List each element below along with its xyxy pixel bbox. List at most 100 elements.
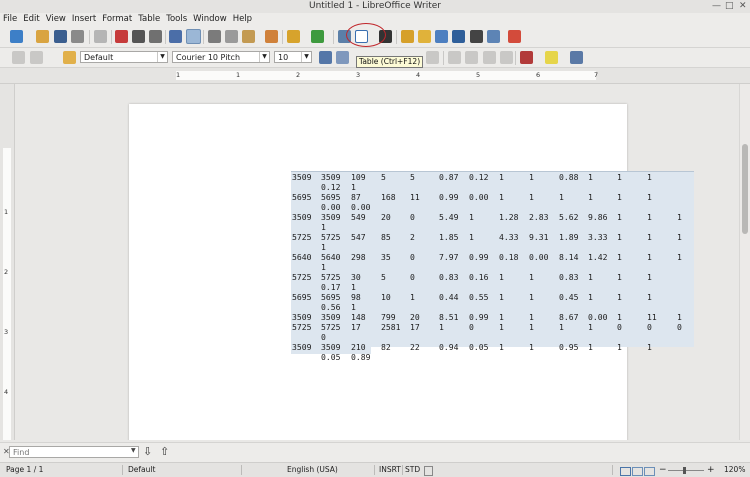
table-cell[interactable]: 87 bbox=[351, 192, 361, 202]
table-cell[interactable]: 1 bbox=[677, 252, 682, 262]
print-preview-icon[interactable] bbox=[149, 30, 162, 43]
table-cell[interactable]: 0.12 bbox=[469, 172, 489, 182]
menu-help[interactable]: Help bbox=[230, 13, 255, 26]
table-cell[interactable]: 0.87 bbox=[439, 172, 459, 182]
table-cell[interactable]: 5640 bbox=[321, 252, 341, 262]
table-cell[interactable]: 0.83 bbox=[559, 272, 579, 282]
table-cell[interactable]: 0 bbox=[677, 322, 682, 332]
table-cell[interactable]: 109 bbox=[351, 172, 366, 182]
zoom-icon[interactable] bbox=[487, 30, 500, 43]
table-cell[interactable]: 3509 bbox=[321, 312, 341, 322]
table-cell[interactable]: 82 bbox=[381, 342, 391, 352]
table-cell[interactable]: 0.00 bbox=[529, 252, 549, 262]
table-cell[interactable]: 0.56 bbox=[321, 302, 341, 312]
table-cell[interactable]: 7.97 bbox=[439, 252, 459, 262]
table-cell[interactable]: 0.05 bbox=[469, 342, 489, 352]
table-cell[interactable]: 5695 bbox=[292, 292, 312, 302]
data-sources-icon[interactable] bbox=[452, 30, 465, 43]
table-cell[interactable]: 1 bbox=[559, 192, 564, 202]
table-cell[interactable]: 1 bbox=[647, 192, 652, 202]
table-cell[interactable]: 1 bbox=[588, 192, 593, 202]
page-style[interactable]: Default bbox=[128, 463, 155, 477]
table-cell[interactable]: 1.85 bbox=[439, 232, 459, 242]
menu-format[interactable]: Format bbox=[99, 13, 135, 26]
menu-insert[interactable]: Insert bbox=[69, 13, 99, 26]
table-cell[interactable]: 1 bbox=[321, 222, 326, 232]
table-cell[interactable]: 1 bbox=[529, 312, 534, 322]
table-cell[interactable]: 1 bbox=[647, 252, 652, 262]
zoom-slider[interactable] bbox=[668, 470, 704, 471]
table-cell[interactable]: 5725 bbox=[292, 272, 312, 282]
table-cell[interactable]: 1 bbox=[410, 292, 415, 302]
table-cell[interactable]: 98 bbox=[351, 292, 361, 302]
table-cell[interactable]: 1 bbox=[617, 212, 622, 222]
highlight-color-icon[interactable] bbox=[545, 51, 558, 64]
table-cell[interactable]: 35 bbox=[381, 252, 391, 262]
table-cell[interactable]: 8.67 bbox=[559, 312, 579, 322]
gallery-icon[interactable] bbox=[435, 30, 448, 43]
table-cell[interactable]: 17 bbox=[410, 322, 420, 332]
table-cell[interactable]: 5.62 bbox=[559, 212, 579, 222]
table-cell[interactable]: 0.17 bbox=[321, 282, 341, 292]
table-cell[interactable]: 1 bbox=[647, 212, 652, 222]
table-cell[interactable]: 0.00 bbox=[351, 202, 371, 212]
table-cell[interactable]: 0.16 bbox=[469, 272, 489, 282]
table-cell[interactable]: 30 bbox=[351, 272, 361, 282]
table-cell[interactable]: 1 bbox=[499, 322, 504, 332]
table-cell[interactable]: 0.00 bbox=[588, 312, 608, 322]
align-justify-icon[interactable] bbox=[426, 51, 439, 64]
table-cell[interactable]: 1 bbox=[647, 292, 652, 302]
table-cell[interactable]: 4.33 bbox=[499, 232, 519, 242]
table-cell[interactable]: 1 bbox=[529, 172, 534, 182]
minimize-icon[interactable]: — bbox=[712, 1, 721, 11]
table-cell[interactable]: 210 bbox=[351, 342, 366, 352]
table-cell[interactable]: 0.99 bbox=[469, 312, 489, 322]
paragraph-style-select[interactable]: Default ▼ bbox=[80, 51, 168, 63]
font-name-select[interactable]: Courier 10 Pitch ▼ bbox=[172, 51, 270, 63]
background-color-icon[interactable] bbox=[570, 51, 583, 64]
style-update-icon[interactable] bbox=[30, 51, 43, 64]
vertical-scrollbar[interactable] bbox=[739, 84, 750, 440]
table-cell[interactable]: 1 bbox=[588, 342, 593, 352]
table-cell[interactable]: 20 bbox=[410, 312, 420, 322]
table-cell[interactable]: 1.42 bbox=[588, 252, 608, 262]
table-cell[interactable]: 11 bbox=[410, 192, 420, 202]
table-cell[interactable]: 5695 bbox=[292, 192, 312, 202]
zoom-out-icon[interactable]: − bbox=[659, 463, 667, 477]
multi-page-view-icon[interactable] bbox=[632, 467, 643, 476]
table-cell[interactable]: 0.12 bbox=[321, 182, 341, 192]
table-cell[interactable]: 5695 bbox=[321, 292, 341, 302]
menu-window[interactable]: Window bbox=[190, 13, 230, 26]
table-cell[interactable]: 799 bbox=[381, 312, 396, 322]
chevron-down-icon[interactable]: ▼ bbox=[131, 447, 139, 457]
table-cell[interactable]: 3509 bbox=[292, 342, 312, 352]
spelling-icon[interactable] bbox=[169, 30, 182, 43]
table-cell[interactable]: 1 bbox=[529, 192, 534, 202]
table-cell[interactable]: 1 bbox=[617, 192, 622, 202]
autospell-icon[interactable] bbox=[186, 29, 201, 44]
table-cell[interactable]: 0 bbox=[410, 212, 415, 222]
table-cell[interactable]: 5695 bbox=[321, 192, 341, 202]
selection-mode-indicator[interactable]: STD bbox=[405, 463, 420, 477]
table-cell[interactable]: 0 bbox=[321, 332, 326, 342]
table-cell[interactable]: 0.94 bbox=[439, 342, 459, 352]
table-cell[interactable]: 1 bbox=[588, 272, 593, 282]
table-cell[interactable]: 298 bbox=[351, 252, 366, 262]
zoom-in-icon[interactable]: + bbox=[707, 463, 715, 477]
edit-mode-icon[interactable] bbox=[94, 30, 107, 43]
table-cell[interactable]: 168 bbox=[381, 192, 396, 202]
styles-window-icon[interactable] bbox=[63, 51, 76, 64]
table-cell[interactable]: 0.55 bbox=[469, 292, 489, 302]
redo-icon[interactable] bbox=[311, 30, 324, 43]
table-cell[interactable]: 5.49 bbox=[439, 212, 459, 222]
table-cell[interactable]: 2581 bbox=[381, 322, 401, 332]
table-cell[interactable]: 3509 bbox=[292, 172, 312, 182]
menu-tools[interactable]: Tools bbox=[163, 13, 190, 26]
find-input[interactable] bbox=[9, 446, 139, 458]
navigator-icon[interactable] bbox=[418, 30, 431, 43]
table-cell[interactable]: 9.86 bbox=[588, 212, 608, 222]
table-cell[interactable]: 8.14 bbox=[559, 252, 579, 262]
formatting-marks-icon[interactable] bbox=[470, 30, 483, 43]
book-view-icon[interactable] bbox=[644, 467, 655, 476]
table-cell[interactable]: 1 bbox=[499, 272, 504, 282]
